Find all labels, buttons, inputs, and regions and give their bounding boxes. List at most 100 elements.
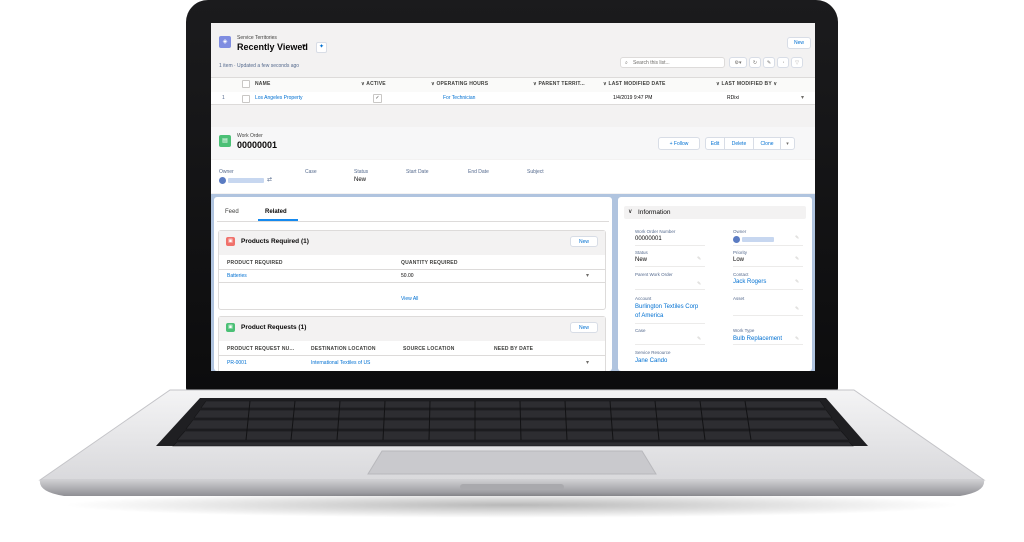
clone-button[interactable]: Clone (753, 137, 781, 150)
products-new-button[interactable]: New (570, 236, 598, 247)
start-date-label: Start Date (406, 169, 429, 175)
requests-new-button[interactable]: New (570, 322, 598, 333)
tab-divider (217, 221, 609, 222)
pencil-icon[interactable]: ✎ (763, 57, 775, 68)
contact-edit-pencil-icon[interactable]: ✎ (795, 279, 799, 285)
status-edit-pencil-icon[interactable]: ✎ (697, 256, 701, 262)
parent-wo-label: Parent Work Order (635, 272, 673, 277)
priority-value: Low (733, 257, 745, 263)
owner-label: Owner (219, 169, 234, 175)
user-icon (219, 177, 226, 184)
status-field-value: New (635, 257, 648, 263)
field-divider (635, 289, 705, 290)
search-icon: ⌕ (625, 60, 628, 66)
chevron-down-icon[interactable]: ▾ (302, 42, 306, 50)
products-view-all[interactable]: View All (401, 296, 418, 302)
asset-label: Asset (733, 296, 745, 301)
case-edit-pencil-icon[interactable]: ✎ (697, 336, 701, 342)
col-modified-by[interactable]: ∨ LAST MODIFIED BY ∨ (716, 81, 777, 87)
tab-related[interactable]: Related (265, 209, 287, 215)
row-number: 1 (222, 95, 225, 101)
status-value: New (354, 177, 367, 183)
status-label: Status (354, 169, 369, 175)
row-checkbox[interactable] (242, 95, 250, 103)
more-actions-chevron-icon[interactable]: ▾ (780, 137, 795, 150)
account-link[interactable]: Burlington Textiles Corp of America (635, 303, 701, 321)
checkbox-icon[interactable] (242, 80, 250, 88)
chart-icon[interactable]: ◔ (777, 57, 789, 68)
contact-link[interactable]: Jack Rogers (733, 279, 766, 285)
record-number: 00000001 (237, 140, 278, 150)
follow-button[interactable]: + Follow (658, 137, 700, 150)
row-modified-by: RDixi (727, 95, 739, 101)
case-field-label: Case (635, 328, 646, 333)
row-modified-date: 1/4/2019 9:47 PM (613, 95, 653, 101)
products-row-divider (219, 282, 605, 283)
field-divider (733, 344, 803, 345)
product-requests-title[interactable]: Product Requests (1) (241, 324, 306, 331)
filter-icon[interactable]: ▽ (791, 57, 803, 68)
owner-change-icon[interactable]: ⇄ (267, 176, 272, 183)
owner-user-icon (733, 236, 740, 243)
col-product-required: PRODUCT REQUIRED (227, 260, 283, 266)
product-quantity: 50.00 (401, 273, 414, 279)
requests-icon: ▣ (226, 323, 235, 332)
laptop-shadow (60, 492, 964, 518)
section-chevron-down-icon: ∨ (628, 209, 633, 215)
priority-edit-pencil-icon[interactable]: ✎ (795, 256, 799, 262)
request-destination-link[interactable]: International Textiles of US (311, 360, 370, 366)
col-operating-hours[interactable]: ∨ OPERATING HOURS (431, 81, 488, 87)
products-header-divider (219, 269, 605, 270)
contact-label: Contact (733, 272, 749, 277)
owner-name-redacted[interactable] (228, 178, 264, 183)
products-required-title[interactable]: Products Required (1) (241, 238, 309, 245)
work-type-edit-pencil-icon[interactable]: ✎ (795, 336, 799, 342)
field-divider (635, 344, 705, 345)
object-label: Service Territories (237, 35, 277, 41)
product-row-chevron-icon[interactable]: ▾ (586, 272, 589, 279)
gear-icon[interactable]: ⚙▾ (729, 57, 747, 68)
row-name-link[interactable]: Los Angeles Property (255, 95, 303, 101)
status-field-label: Status (635, 250, 648, 255)
col-active[interactable]: ∨ ACTIVE (361, 81, 386, 87)
field-divider (733, 245, 803, 246)
list-subtitle: 1 item · Updated a few seconds ago (219, 63, 300, 69)
asset-edit-pencil-icon[interactable]: ✎ (795, 306, 799, 312)
list-view-title[interactable]: Recently Viewed (237, 42, 308, 52)
field-divider (733, 266, 803, 267)
col-parent[interactable]: ∨ PARENT TERRIT... (533, 81, 585, 87)
request-row-chevron-icon[interactable]: ▾ (586, 359, 589, 366)
col-name[interactable]: NAME (255, 81, 271, 87)
col-destination: DESTINATION LOCATION (311, 346, 376, 352)
account-label: Account (635, 296, 652, 301)
end-date-label: End Date (468, 169, 489, 175)
col-quantity-required: QUANTITY REQUIRED (401, 260, 458, 266)
list-new-button[interactable]: New (787, 37, 811, 49)
row-operating-hours-link[interactable]: For Technician (443, 95, 475, 101)
owner-edit-pencil-icon[interactable]: ✎ (795, 235, 799, 241)
field-divider (635, 245, 705, 246)
refresh-icon[interactable]: ↻ (749, 57, 761, 68)
request-number-link[interactable]: PR-0001 (227, 360, 247, 366)
search-input[interactable]: ⌕ Search this list... (620, 57, 725, 68)
parent-edit-pencil-icon[interactable]: ✎ (697, 281, 701, 287)
pin-icon[interactable]: ✦ (316, 42, 327, 53)
wo-number-value: 00000001 (635, 236, 662, 242)
service-resource-link[interactable]: Jane Cando (635, 358, 667, 364)
work-type-link[interactable]: Bulb Replacement (733, 336, 782, 342)
delete-button[interactable]: Delete (724, 137, 754, 150)
priority-label: Priority (733, 250, 748, 255)
product-link[interactable]: Batteries (227, 273, 247, 279)
field-divider (733, 289, 803, 290)
field-divider (733, 315, 803, 316)
app-screen: ◈ Service Territories Recently Viewed ▾ … (211, 23, 815, 371)
col-modified-date[interactable]: ∨ LAST MODIFIED DATE (603, 81, 666, 87)
tab-feed[interactable]: Feed (225, 209, 239, 215)
info-owner-redacted[interactable] (742, 237, 774, 242)
products-icon: ▣ (226, 237, 235, 246)
work-type-label: Work Type (733, 328, 755, 333)
active-checkbox: ✓ (373, 94, 382, 103)
edit-button[interactable]: Edit (705, 137, 725, 150)
row-action-chevron-icon[interactable]: ▾ (801, 94, 804, 101)
work-order-icon: ▤ (219, 135, 231, 147)
